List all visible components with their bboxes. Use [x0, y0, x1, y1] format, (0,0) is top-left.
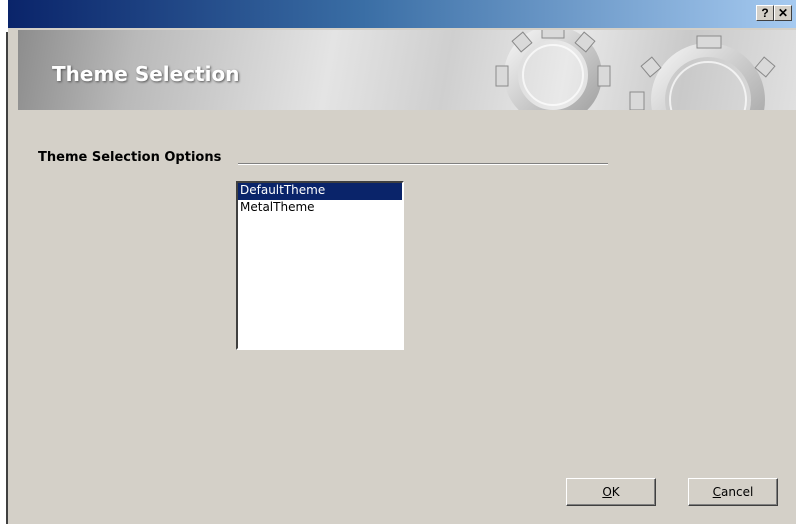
title-bar[interactable]: ? ✕	[8, 0, 796, 28]
ok-label-rest: K	[611, 485, 620, 499]
cancel-mnemonic: C	[712, 485, 722, 499]
theme-list-item[interactable]: MetalTheme	[238, 200, 402, 217]
section-divider	[238, 163, 608, 165]
header-banner: Theme Selection	[18, 30, 796, 110]
ok-button[interactable]: OK	[566, 478, 656, 506]
banner-title: Theme Selection	[52, 62, 240, 86]
ok-mnemonic: O	[602, 485, 612, 499]
cancel-button[interactable]: Cancel	[688, 478, 778, 506]
left-window-edge	[0, 30, 8, 524]
cancel-label-rest: ancel	[721, 485, 754, 499]
theme-selection-dialog: ? ✕ Theme Selection Theme Selection Opti…	[8, 0, 796, 524]
close-button[interactable]: ✕	[774, 5, 792, 21]
theme-listbox[interactable]: DefaultTheme MetalTheme	[236, 181, 404, 350]
help-button[interactable]: ?	[756, 5, 774, 21]
theme-list-item[interactable]: DefaultTheme	[238, 183, 402, 200]
section-label: Theme Selection Options	[38, 150, 222, 165]
